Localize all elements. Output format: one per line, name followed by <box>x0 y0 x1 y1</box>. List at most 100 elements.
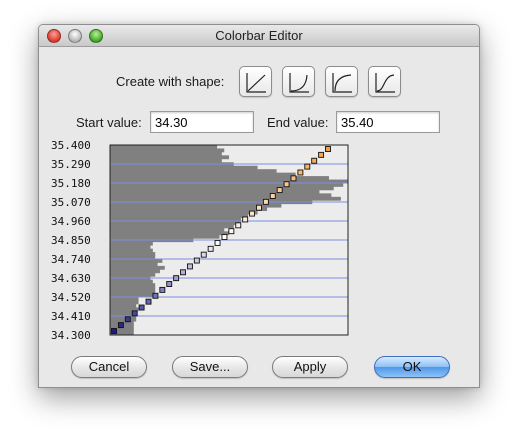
control-point[interactable] <box>152 292 159 299</box>
start-value-label: Start value: <box>76 115 142 130</box>
control-point[interactable] <box>200 251 207 258</box>
colorbar-chart[interactable]: 35.400 35.290 35.180 35.070 34.960 34.850 34.7… <box>39 137 359 349</box>
control-point[interactable] <box>283 181 290 188</box>
histogram-bar <box>110 286 156 291</box>
control-point[interactable] <box>304 163 311 170</box>
control-point[interactable] <box>242 216 249 223</box>
histogram-bar <box>110 317 137 322</box>
end-value-field[interactable] <box>336 111 440 133</box>
convex-shape-icon <box>332 73 352 93</box>
histogram-bar <box>110 272 156 277</box>
shape-concave-button[interactable] <box>282 66 315 97</box>
y-tick-label: 34.850 <box>51 234 91 247</box>
histogram-bar <box>110 193 332 198</box>
control-point[interactable] <box>173 275 180 282</box>
histogram-bar <box>110 221 241 225</box>
y-tick-label: 34.630 <box>51 272 91 285</box>
histogram-bar <box>110 279 153 284</box>
start-value-field[interactable] <box>150 111 254 133</box>
histogram-bar <box>110 207 268 212</box>
control-point[interactable] <box>159 286 166 293</box>
save-button[interactable]: Save... <box>172 356 248 378</box>
histogram-bar <box>110 189 320 194</box>
control-point[interactable] <box>131 310 138 317</box>
y-tick-label: 34.520 <box>51 291 91 304</box>
shape-convex-button[interactable] <box>325 66 358 97</box>
histogram-bar <box>110 283 156 288</box>
shape-linear-button[interactable] <box>239 66 272 97</box>
create-shape-label: Create with shape: <box>116 74 225 89</box>
control-point[interactable] <box>311 157 318 164</box>
histogram-bar <box>110 227 225 232</box>
control-point[interactable] <box>180 269 186 276</box>
y-tick-label: 35.400 <box>51 139 91 152</box>
control-point[interactable] <box>325 146 331 152</box>
control-point[interactable] <box>297 169 304 176</box>
histogram-bar <box>110 158 222 163</box>
histogram-bar <box>110 172 296 177</box>
histogram-bar <box>110 214 249 218</box>
s-curve-shape-icon <box>375 73 395 93</box>
histogram-bar <box>110 165 258 170</box>
histogram-bar <box>110 269 160 274</box>
control-point[interactable] <box>186 263 193 270</box>
y-tick-label: 34.410 <box>51 310 91 323</box>
end-value-label: End value: <box>267 115 329 130</box>
histogram-bar <box>110 303 137 308</box>
linear-shape-icon <box>246 73 266 93</box>
control-point[interactable] <box>124 316 131 323</box>
control-point[interactable] <box>262 198 269 205</box>
histogram-bar <box>110 252 156 256</box>
histogram-bar <box>110 259 163 263</box>
y-tick-label: 34.740 <box>51 253 91 266</box>
colorbar-editor-window: Colorbar Editor Create with shape: Start… <box>38 24 480 388</box>
control-point[interactable] <box>214 239 221 246</box>
histogram-bar <box>110 241 153 246</box>
histogram-bar <box>110 145 218 149</box>
histogram-bar <box>110 265 165 270</box>
control-point[interactable] <box>221 234 228 241</box>
histogram-bar <box>110 297 139 301</box>
control-point[interactable] <box>228 228 235 235</box>
control-point[interactable] <box>269 193 276 199</box>
concave-shape-icon <box>289 73 309 93</box>
control-point[interactable] <box>166 281 173 287</box>
histogram-bar <box>110 245 151 250</box>
control-point[interactable] <box>117 322 124 329</box>
cancel-button[interactable]: Cancel <box>71 356 147 378</box>
y-tick-label: 34.300 <box>51 329 91 342</box>
histogram-bar <box>110 203 282 208</box>
window-title: Colorbar Editor <box>215 28 303 43</box>
histogram-bar <box>110 231 229 236</box>
control-point[interactable] <box>207 245 214 252</box>
histogram-bar <box>110 183 344 187</box>
y-tick-label: 35.290 <box>51 158 91 171</box>
title-bar[interactable]: Colorbar Editor <box>39 25 479 47</box>
control-point[interactable] <box>193 257 200 264</box>
histogram-bar <box>110 300 139 305</box>
control-point[interactable] <box>235 222 242 229</box>
ok-button[interactable]: OK <box>374 356 450 378</box>
control-point[interactable] <box>318 151 325 158</box>
control-point[interactable] <box>276 187 283 194</box>
y-tick-label: 35.180 <box>51 177 91 190</box>
histogram-bar <box>110 151 222 156</box>
histogram-bar <box>110 169 277 174</box>
control-point[interactable] <box>111 328 117 334</box>
y-tick-label: 34.960 <box>51 215 91 228</box>
histogram-bar <box>110 148 225 153</box>
histogram-bar <box>110 155 229 160</box>
control-point[interactable] <box>138 304 145 311</box>
control-point[interactable] <box>256 204 262 211</box>
apply-button[interactable]: Apply <box>272 356 348 378</box>
histogram-bar <box>110 186 334 191</box>
control-point[interactable] <box>145 298 152 305</box>
control-point[interactable] <box>249 210 256 217</box>
histogram-bar <box>110 210 258 215</box>
y-tick-label: 35.070 <box>51 196 91 209</box>
histogram-bar <box>110 248 153 253</box>
control-point[interactable] <box>290 175 297 182</box>
shape-s-curve-button[interactable] <box>368 66 401 97</box>
histogram-bar <box>110 262 158 267</box>
histogram-bar <box>110 290 156 294</box>
